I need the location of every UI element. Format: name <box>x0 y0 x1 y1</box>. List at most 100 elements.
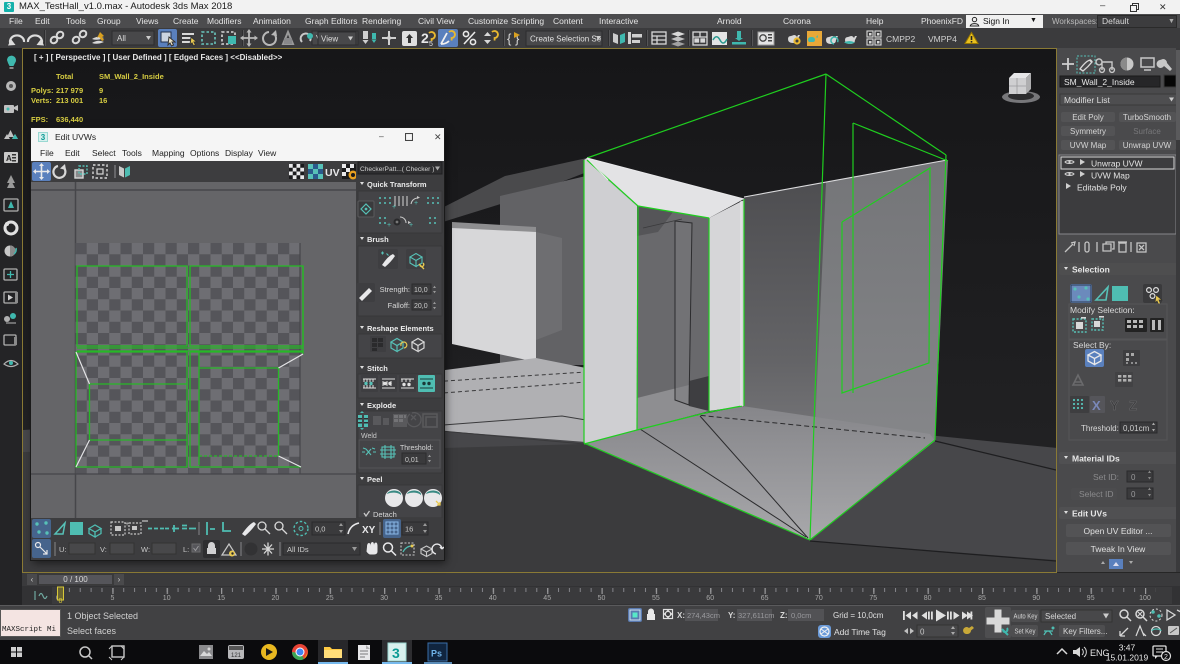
svg-text:Material IDs: Material IDs <box>1072 454 1120 464</box>
svg-text:0: 0 <box>59 598 63 605</box>
svg-text:25: 25 <box>326 595 334 602</box>
svg-text:90: 90 <box>1032 595 1040 602</box>
svg-text:0,01: 0,01 <box>405 457 419 464</box>
svg-text:5: 5 <box>429 41 433 48</box>
svg-text:Strength:: Strength: <box>380 285 410 294</box>
svg-text:{: { <box>507 31 512 46</box>
svg-text:Z:: Z: <box>780 611 788 620</box>
svg-text:Detach: Detach <box>373 510 397 518</box>
svg-text:Y: Y <box>1110 398 1119 413</box>
svg-text:Edit UVs: Edit UVs <box>1072 509 1107 519</box>
svg-text:327,611cm: 327,611cm <box>738 611 775 620</box>
svg-text:X:: X: <box>677 611 685 620</box>
svg-text:Open UV Editor ...: Open UV Editor ... <box>1084 526 1153 536</box>
svg-text:Weld: Weld <box>361 433 377 440</box>
svg-text:50: 50 <box>598 595 606 602</box>
svg-text:2: 2 <box>1164 654 1168 661</box>
svg-text:+: + <box>392 204 396 211</box>
svg-text:65: 65 <box>761 595 769 602</box>
svg-text:0: 0 <box>1131 473 1136 482</box>
svg-text:SM_Wall_2_Inside: SM_Wall_2_Inside <box>1064 77 1135 87</box>
svg-text:3:47: 3:47 <box>1119 643 1136 653</box>
svg-text:View: View <box>321 35 338 44</box>
svg-text:L:: L: <box>183 545 189 554</box>
svg-text:55: 55 <box>652 595 660 602</box>
svg-text:Set ID:: Set ID: <box>1093 472 1119 482</box>
svg-text:121: 121 <box>231 653 242 659</box>
svg-text:CheckerPatt...( Checker ): CheckerPatt...( Checker ) <box>360 166 434 173</box>
svg-text:VMPP4: VMPP4 <box>928 34 957 44</box>
svg-text:Threshold:: Threshold: <box>1081 424 1119 433</box>
svg-text:+: + <box>387 222 391 229</box>
svg-text:XY: XY <box>362 525 376 536</box>
svg-text:All: All <box>117 34 126 43</box>
svg-text:Symmetry: Symmetry <box>1070 127 1106 136</box>
svg-text:0,0cm: 0,0cm <box>791 611 811 620</box>
svg-text:Explode: Explode <box>367 401 396 410</box>
svg-text:Selected: Selected <box>1045 612 1076 621</box>
svg-text:16: 16 <box>405 525 413 534</box>
svg-text:Reshape Elements: Reshape Elements <box>367 324 434 333</box>
svg-text:Surface: Surface <box>1133 127 1161 136</box>
svg-text:0: 0 <box>1131 490 1136 499</box>
svg-text:UVW Map: UVW Map <box>1091 171 1130 181</box>
svg-text:40: 40 <box>489 595 497 602</box>
svg-text:Unwrap UVW: Unwrap UVW <box>1123 141 1172 150</box>
svg-text:35: 35 <box>435 595 443 602</box>
svg-text:Modify Selection:: Modify Selection: <box>1070 305 1135 315</box>
svg-text:95: 95 <box>1087 595 1095 602</box>
svg-text:+: + <box>414 200 418 207</box>
svg-text:TurboSmooth: TurboSmooth <box>1123 113 1171 122</box>
svg-text:Unwrap UVW: Unwrap UVW <box>1091 159 1142 169</box>
svg-text:Ps: Ps <box>431 649 442 659</box>
svg-text:Y:: Y: <box>728 611 735 620</box>
svg-text:Selection: Selection <box>1072 265 1110 275</box>
svg-text:Edit Poly: Edit Poly <box>1072 113 1104 122</box>
svg-text:Editable Poly: Editable Poly <box>1077 183 1127 193</box>
svg-text:70: 70 <box>815 595 823 602</box>
svg-text:V:: V: <box>100 545 107 554</box>
svg-text:15.01.2019: 15.01.2019 <box>1106 653 1149 663</box>
svg-text:A: A <box>6 154 12 163</box>
svg-text:0,01cm: 0,01cm <box>1123 424 1150 433</box>
svg-text:2: 2 <box>421 30 429 46</box>
svg-text:+: + <box>409 222 413 229</box>
svg-text:20: 20 <box>272 595 280 602</box>
svg-text:Brush: Brush <box>367 235 389 244</box>
svg-text:Peel: Peel <box>367 475 382 484</box>
svg-text:Falloff:: Falloff: <box>388 301 410 310</box>
svg-text:Set Key: Set Key <box>1015 627 1036 636</box>
svg-text:274,43cm: 274,43cm <box>687 611 720 620</box>
svg-text:Tweak In View: Tweak In View <box>1091 544 1147 554</box>
svg-text:0: 0 <box>920 628 925 637</box>
svg-text:Select By:: Select By: <box>1073 340 1111 350</box>
svg-text:5: 5 <box>110 595 114 602</box>
svg-text:Stitch: Stitch <box>367 364 388 373</box>
svg-text:80: 80 <box>924 595 932 602</box>
svg-text:60: 60 <box>706 595 714 602</box>
svg-text:Z: Z <box>1129 398 1137 413</box>
svg-text:Threshold:: Threshold: <box>400 445 433 452</box>
svg-text:Auto Key: Auto Key <box>1014 612 1038 621</box>
svg-text:100: 100 <box>1139 595 1151 602</box>
svg-text:75: 75 <box>869 595 877 602</box>
svg-text:Modifier List: Modifier List <box>1064 95 1110 105</box>
svg-text:U:: U: <box>59 545 67 554</box>
svg-text:10,0: 10,0 <box>414 287 428 294</box>
svg-text:Select ID: Select ID <box>1079 489 1114 499</box>
svg-text:X: X <box>1092 398 1101 413</box>
svg-text:30: 30 <box>380 595 388 602</box>
svg-text:UVW Map: UVW Map <box>1070 141 1107 150</box>
svg-text:Quick Transform: Quick Transform <box>367 180 427 189</box>
svg-text:20,0: 20,0 <box>414 303 428 310</box>
svg-text:CMPP2: CMPP2 <box>886 34 916 44</box>
svg-text:Add Time Tag: Add Time Tag <box>834 627 886 637</box>
svg-text:3: 3 <box>392 645 400 661</box>
svg-text:45: 45 <box>543 595 551 602</box>
svg-text:15: 15 <box>217 595 225 602</box>
svg-text:W:: W: <box>141 545 150 554</box>
svg-text:UV: UV <box>325 167 340 179</box>
svg-text:Grid = 10,0cm: Grid = 10,0cm <box>833 611 884 620</box>
svg-text:85: 85 <box>978 595 986 602</box>
svg-text:0,0: 0,0 <box>315 525 325 534</box>
